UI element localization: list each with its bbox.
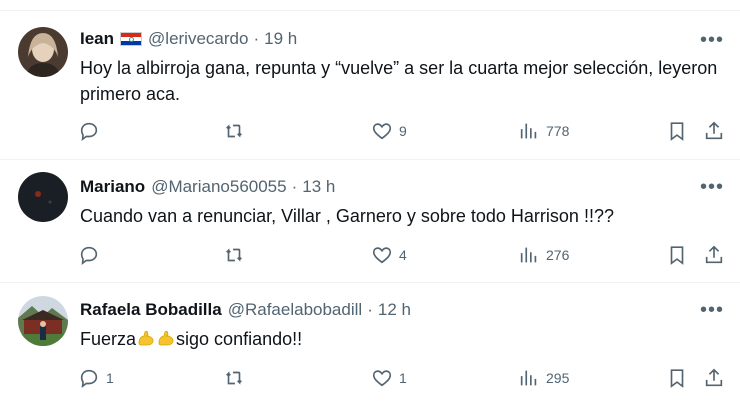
more-icon[interactable]: ••• (700, 300, 724, 320)
views-button[interactable]: 778 (518, 120, 569, 142)
reply-icon (80, 369, 98, 389)
like-button[interactable]: 9 (371, 120, 407, 142)
reply-button[interactable]: 1 (78, 367, 114, 389)
views-icon (520, 247, 537, 263)
timestamp[interactable]: 13 h (302, 177, 335, 197)
bookmark-button[interactable] (666, 367, 688, 389)
tweet-header: Mariano @Mariano560055 · 13 h (80, 177, 335, 197)
bookmark-icon (670, 122, 684, 141)
avatar[interactable] (18, 296, 68, 346)
retweet-icon (226, 248, 242, 262)
views-count: 778 (546, 123, 570, 139)
bookmark-button[interactable] (666, 244, 688, 266)
share-icon (705, 121, 723, 140)
user-handle[interactable]: @Rafaelabobadill (228, 300, 362, 320)
separator-dot: · (367, 300, 373, 319)
views-count: 276 (546, 247, 570, 263)
share-button[interactable] (703, 120, 725, 142)
bookmark-icon (670, 369, 684, 388)
paraguay-flag-icon (120, 32, 143, 46)
share-button[interactable] (703, 244, 725, 266)
tweet-header: Iean @lerivecardo · 19 h (80, 29, 297, 49)
reply-icon (80, 122, 98, 142)
tweet-text-end: sigo confiando!! (176, 329, 303, 349)
action-bar: 9 778 (78, 120, 728, 144)
share-icon (705, 368, 723, 387)
like-count: 9 (399, 123, 407, 139)
flexed-biceps-emoji-icon (138, 330, 154, 346)
like-count: 1 (399, 370, 407, 386)
tweet-3[interactable]: Rafaela Bobadilla @Rafaelabobadill · 12 … (0, 283, 740, 416)
flexed-biceps-emoji-icon (158, 330, 174, 346)
retweet-button[interactable] (223, 244, 251, 266)
views-button[interactable]: 295 (518, 367, 569, 389)
reply-button[interactable] (78, 120, 106, 142)
retweet-icon (226, 371, 242, 385)
views-icon (520, 370, 537, 386)
tweet-2[interactable]: Mariano @Mariano560055 · 13 h ••• Cuando… (0, 160, 740, 283)
views-count: 295 (546, 370, 570, 386)
user-handle[interactable]: @lerivecardo (148, 29, 248, 49)
timestamp[interactable]: 19 h (264, 29, 297, 49)
timestamp[interactable]: 12 h (378, 300, 411, 320)
retweet-button[interactable] (223, 120, 251, 142)
avatar[interactable] (18, 172, 68, 222)
display-name[interactable]: Rafaela Bobadilla (80, 300, 222, 320)
reply-icon (80, 246, 98, 266)
action-bar: 1 1 295 (78, 367, 728, 391)
more-icon[interactable]: ••• (700, 177, 724, 197)
display-name[interactable]: Iean (80, 29, 114, 49)
tweet-text: Fuerza sigo confiando!! (80, 326, 720, 352)
heart-icon (372, 123, 392, 140)
separator-dot: · (291, 177, 298, 196)
tweet-1[interactable]: Iean @lerivecardo · 19 h ••• Hoy la albi… (0, 10, 740, 160)
display-name[interactable]: Mariano (80, 177, 145, 197)
bookmark-button[interactable] (666, 120, 688, 142)
views-icon (520, 123, 537, 139)
avatar[interactable] (18, 27, 68, 77)
tweet-text: Cuando van a renunciar, Villar , Garnero… (80, 206, 614, 226)
action-bar: 4 276 (78, 244, 728, 268)
retweet-button[interactable] (223, 367, 251, 389)
share-button[interactable] (703, 367, 725, 389)
user-handle[interactable]: @Mariano560055 (151, 177, 286, 197)
reply-count: 1 (106, 370, 114, 386)
reply-button[interactable] (78, 244, 106, 266)
like-count: 4 (399, 247, 407, 263)
tweet-text-start: Fuerza (80, 329, 137, 349)
like-button[interactable]: 1 (371, 367, 407, 389)
more-icon[interactable]: ••• (700, 30, 724, 50)
heart-icon (372, 370, 392, 387)
share-icon (705, 245, 723, 264)
tweet-header: Rafaela Bobadilla @Rafaelabobadill · 12 … (80, 300, 411, 320)
heart-icon (372, 247, 392, 264)
separator-dot: · (253, 29, 260, 48)
bookmark-icon (670, 246, 684, 265)
tweet-text: Hoy la albirroja gana, repunta y “vuelve… (80, 58, 718, 104)
like-button[interactable]: 4 (371, 244, 407, 266)
retweet-icon (226, 124, 242, 138)
views-button[interactable]: 276 (518, 244, 569, 266)
